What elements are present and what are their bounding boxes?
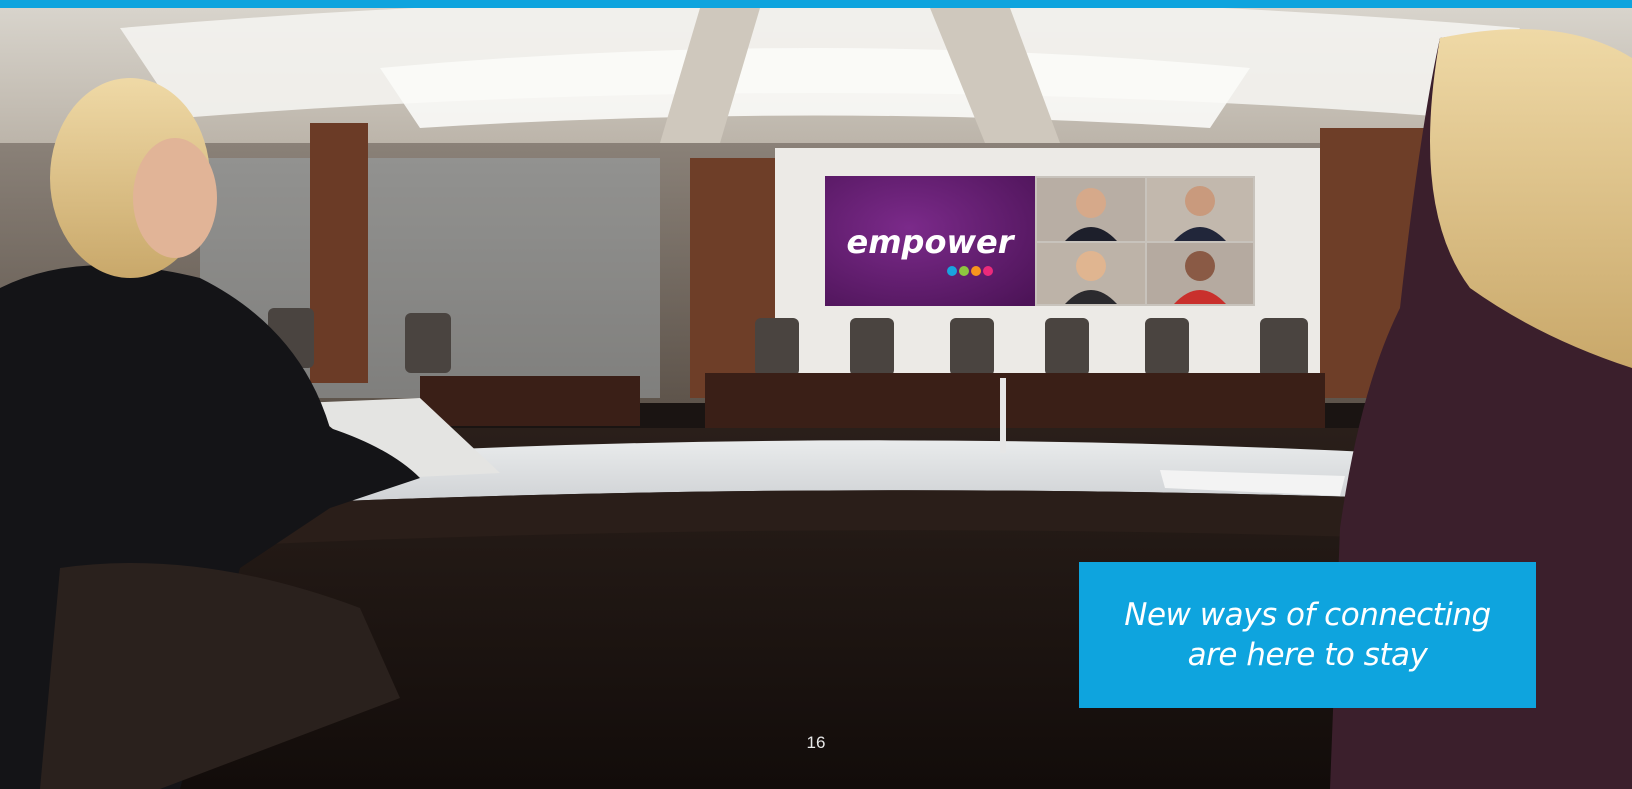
page-number: 16 bbox=[806, 733, 826, 752]
callout-line-2: are here to stay bbox=[1187, 637, 1428, 673]
video-participant-tiles bbox=[1037, 178, 1253, 304]
document-page: empower New ways of connecting are here … bbox=[0, 0, 1632, 789]
callout-text: New ways of connecting are here to stay bbox=[1124, 595, 1491, 675]
callout-line-1: New ways of connecting bbox=[1124, 597, 1491, 633]
wood-column bbox=[310, 123, 368, 383]
top-accent-bar bbox=[0, 0, 1632, 8]
table-microphone bbox=[1000, 378, 1006, 453]
back-chairs bbox=[268, 308, 1308, 378]
callout-box: New ways of connecting are here to stay bbox=[1079, 562, 1536, 708]
screen-logo-text: empower bbox=[847, 223, 1016, 261]
